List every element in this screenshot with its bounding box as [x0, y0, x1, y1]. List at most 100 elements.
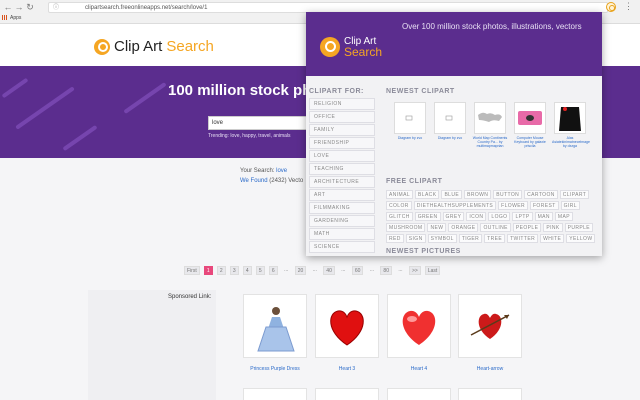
category-item[interactable]: LOVE — [309, 150, 375, 162]
newest-clipart-name[interactable]: World Map Continents Country Pa... by mu… — [472, 136, 508, 148]
tag-chip[interactable]: BUTTON — [493, 190, 523, 199]
pagination-button[interactable]: 2 — [216, 266, 226, 275]
tag-chip[interactable]: SYMBOL — [427, 234, 457, 243]
decor-streak — [15, 86, 75, 130]
clip-name[interactable]: Heart 3 — [315, 366, 379, 372]
tag-chip[interactable]: FOREST — [529, 201, 559, 210]
tag-chip[interactable]: TREE — [484, 234, 506, 243]
tag-chip[interactable]: COLOR — [386, 201, 412, 210]
tag-chip[interactable]: RED — [386, 234, 404, 243]
clip-card[interactable] — [243, 388, 307, 400]
category-item[interactable]: SCIENCE — [309, 241, 375, 253]
newest-clipart-name[interactable]: Alas Asiatekinimatnecelmage by dxzga — [552, 136, 590, 148]
hero-search-input[interactable]: love — [208, 116, 318, 130]
clip-card-heart-4[interactable] — [387, 294, 451, 358]
tag-chip[interactable]: GLITCH — [386, 212, 413, 221]
pagination-button[interactable]: 5 — [255, 266, 265, 275]
tag-chip[interactable]: GREEN — [414, 212, 441, 221]
category-item[interactable]: OFFICE — [309, 111, 375, 123]
tag-chip[interactable]: SIGN — [405, 234, 426, 243]
tag-chip[interactable]: CARTOON — [524, 190, 558, 199]
newest-clipart-card[interactable] — [434, 102, 466, 134]
tag-chip[interactable]: BLACK — [415, 190, 440, 199]
pagination-button[interactable]: 4 — [242, 266, 252, 275]
clip-card-heart-arrow[interactable] — [458, 294, 522, 358]
tag-chip[interactable]: BLUE — [441, 190, 463, 199]
clip-name[interactable]: Princess Purple Dress — [243, 366, 307, 372]
clip-card-princess[interactable] — [243, 294, 307, 358]
pagination-button[interactable]: 80 — [380, 266, 392, 275]
tag-chip[interactable]: DIETHEALTHSUPPLEMENTS — [413, 201, 497, 210]
tag-chip[interactable]: TWITTER — [507, 234, 539, 243]
pagination: First 1 2 3 4 5 6... 20... 40... 60... 80... >> Last — [184, 266, 441, 275]
reload-icon[interactable]: ↻ — [25, 2, 35, 12]
category-item[interactable]: ARCHITECTURE — [309, 176, 375, 188]
clip-card[interactable] — [315, 388, 379, 400]
category-item[interactable]: TEACHING — [309, 163, 375, 175]
forward-icon[interactable]: → — [14, 2, 24, 12]
clip-name[interactable]: Heart 4 — [387, 366, 451, 372]
clip-name[interactable]: Heart-arrow — [458, 366, 522, 372]
broken-image-icon — [405, 115, 413, 121]
popup-logo[interactable]: Clip Art Search — [320, 36, 382, 58]
newest-clipart-card[interactable] — [514, 102, 546, 134]
category-item[interactable]: RELIGION — [309, 98, 375, 110]
tag-chip[interactable]: ICON — [466, 212, 487, 221]
pagination-ellipsis: ... — [369, 267, 374, 273]
black-silhouette-image — [559, 107, 581, 131]
tag-chip[interactable]: ANIMAL — [386, 190, 414, 199]
pagination-button[interactable]: 3 — [229, 266, 239, 275]
tag-chip[interactable]: GREY — [442, 212, 465, 221]
tag-chip[interactable]: PEOPLE — [512, 223, 542, 232]
tag-chip[interactable]: GIRL — [560, 201, 580, 210]
pagination-button[interactable]: 20 — [294, 266, 307, 275]
tag-chip[interactable]: CLIPART — [559, 190, 590, 199]
pagination-button[interactable]: Last — [424, 266, 441, 275]
tag-chip[interactable]: MUSHROOM — [386, 223, 426, 232]
clip-card[interactable] — [458, 388, 522, 400]
tag-chip[interactable]: ORANGE — [448, 223, 479, 232]
computer-mouse-image — [518, 111, 542, 125]
newest-clipart-name[interactable]: Diagram by zvo — [392, 136, 428, 140]
category-item[interactable]: FAMILY — [309, 124, 375, 136]
tag-chip[interactable]: MAN — [534, 212, 553, 221]
pagination-button[interactable]: 6 — [268, 266, 278, 275]
category-item[interactable]: MATH — [309, 228, 375, 240]
pagination-button[interactable]: 1 — [203, 266, 213, 275]
bookmarks-apps[interactable]: Apps — [2, 15, 21, 21]
tag-chip[interactable]: BROWN — [464, 190, 492, 199]
browser-menu-icon[interactable]: ⋮ — [624, 1, 633, 12]
newest-clipart-name[interactable]: Computer Mouse Keyboard by galaxie prisc… — [512, 136, 548, 148]
tag-chip[interactable]: YELLOW — [566, 234, 596, 243]
tag-chip[interactable]: WHITE — [540, 234, 565, 243]
pagination-button[interactable]: First — [184, 266, 200, 275]
pagination-button[interactable]: >> — [408, 266, 421, 275]
category-item[interactable]: FRIENDSHIP — [309, 137, 375, 149]
clipart-extension-icon[interactable] — [606, 2, 616, 12]
back-icon[interactable]: ← — [3, 2, 13, 12]
tag-chip[interactable]: PINK — [543, 223, 563, 232]
pagination-button[interactable]: 40 — [323, 266, 335, 275]
tag-chip[interactable]: LOGO — [488, 212, 511, 221]
site-logo[interactable]: Clip Art Search — [94, 38, 214, 55]
tag-chip[interactable]: FLOWER — [498, 201, 528, 210]
tag-chip[interactable]: NEW — [427, 223, 447, 232]
newest-clipart-card[interactable] — [394, 102, 426, 134]
newest-clipart-card[interactable] — [554, 102, 586, 134]
newest-clipart-card[interactable] — [474, 102, 506, 134]
category-item[interactable]: ART — [309, 189, 375, 201]
info-icon[interactable]: ⓘ — [53, 3, 59, 13]
category-item[interactable]: FILMMAKING — [309, 202, 375, 214]
clip-card[interactable] — [387, 388, 451, 400]
tag-chip[interactable]: PURPLE — [564, 223, 594, 232]
tag-chip[interactable]: LPTP — [512, 212, 533, 221]
trending-text: Trending: love, happy, travel, animals — [208, 133, 291, 139]
tag-chip[interactable]: OUTLINE — [480, 223, 511, 232]
pagination-button[interactable]: 60 — [351, 266, 364, 275]
clip-card-heart-3[interactable] — [315, 294, 379, 358]
tag-chip[interactable]: TIGER — [458, 234, 483, 243]
tag-chip[interactable]: MAP — [554, 212, 573, 221]
newest-clipart-name[interactable]: Diagram by zvo — [432, 136, 468, 140]
clipart-for-title: CLIPART FOR: — [309, 88, 364, 95]
category-item[interactable]: GARDENING — [309, 215, 375, 227]
